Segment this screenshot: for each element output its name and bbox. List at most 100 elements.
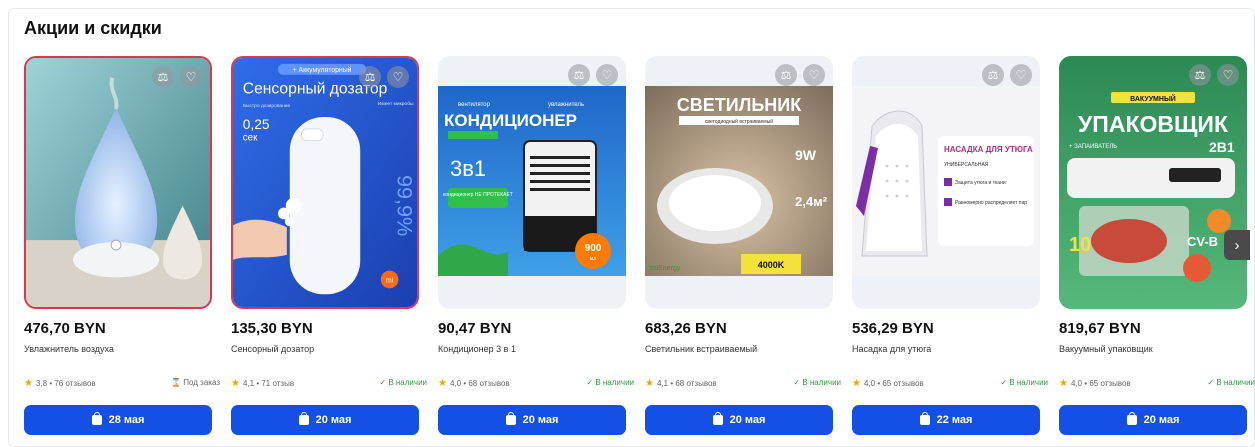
- star-icon: ★: [438, 378, 447, 389]
- product-price: 135,30 BYN: [231, 320, 313, 337]
- svg-text:светодиодный встраиваемый: светодиодный встраиваемый: [705, 118, 773, 125]
- hourglass-icon: ⌛: [171, 378, 182, 387]
- product-name[interactable]: Увлажнитель воздуха: [24, 344, 114, 354]
- svg-text:сек: сек: [243, 133, 258, 144]
- availability-status: ✓ В наличии: [793, 378, 841, 387]
- delivery-button[interactable]: 20 мая: [438, 405, 626, 435]
- svg-text:0,25: 0,25: [243, 117, 270, 132]
- product-card[interactable]: вентилятор увлажнитель КОНДИЦИОНЕР 3в1 к…: [438, 56, 634, 440]
- product-rating: 4,0 • 65 отзывов: [1070, 379, 1131, 388]
- product-price: 819,67 BYN: [1059, 320, 1141, 337]
- svg-text:4000K: 4000K: [758, 260, 785, 270]
- product-meta: ★ 4,1 • 68 отзывов ✓ В наличии: [645, 378, 841, 390]
- heart-icon[interactable]: ♡: [596, 64, 618, 86]
- delivery-button[interactable]: 20 мая: [231, 405, 419, 435]
- svg-text:вентилятор: вентилятор: [458, 102, 491, 108]
- star-icon: ★: [231, 378, 240, 389]
- product-card[interactable]: + Аккумуляторный Сенсорный дозатор Быстр…: [231, 56, 427, 440]
- scales-icon[interactable]: ⚖: [982, 64, 1004, 86]
- svg-text:3в1: 3в1: [450, 156, 486, 181]
- product-image[interactable]: СВЕТИЛЬНИК светодиодный встраиваемый 9W …: [645, 56, 833, 309]
- svg-text:НАСАДКА ДЛЯ УТЮГА: НАСАДКА ДЛЯ УТЮГА: [944, 145, 1033, 154]
- product-rating: 3,8 • 76 отзывов: [35, 379, 96, 388]
- product-card[interactable]: ⚖ ♡ 476,70 BYN Увлажнитель воздуха ★ 3,8 …: [24, 56, 220, 440]
- bag-icon: [919, 412, 930, 425]
- svg-text:Равномерно распределяет пар: Равномерно распределяет пар: [955, 200, 1027, 206]
- svg-text:ВАКУУМНЫЙ: ВАКУУМНЫЙ: [1130, 94, 1176, 103]
- heart-icon[interactable]: ♡: [1010, 64, 1032, 86]
- product-price: 683,26 BYN: [645, 320, 727, 337]
- product-meta: ★ 4,0 • 65 отзывов ✓ В наличии: [852, 378, 1048, 390]
- product-rating: 4,1 • 68 отзывов: [656, 379, 717, 388]
- chevron-right-icon: ›: [1234, 236, 1240, 254]
- bag-icon: [505, 412, 516, 425]
- svg-text:2В1: 2В1: [1209, 139, 1235, 155]
- star-icon: ★: [24, 378, 33, 389]
- svg-text:10: 10: [1069, 234, 1091, 256]
- scales-icon[interactable]: ⚖: [1189, 64, 1211, 86]
- delivery-button[interactable]: 20 мая: [645, 405, 833, 435]
- heart-icon[interactable]: ♡: [803, 64, 825, 86]
- heart-icon[interactable]: ♡: [180, 66, 202, 88]
- scales-icon[interactable]: ⚖: [359, 66, 381, 88]
- svg-text:CV-B: CV-B: [1187, 234, 1218, 249]
- product-meta: ★ 4,0 • 65 отзывов ✓ В наличии: [1059, 378, 1255, 390]
- svg-text:2,4м²: 2,4м²: [795, 194, 828, 209]
- product-image[interactable]: + Аккумуляторный Сенсорный дозатор Быстр…: [231, 56, 419, 309]
- product-name[interactable]: Сенсорный дозатор: [231, 344, 314, 354]
- svg-text:+ Аккумуляторный: + Аккумуляторный: [293, 66, 352, 74]
- product-rating: 4,0 • 68 отзывов: [449, 379, 510, 388]
- availability-status: ⌛ Под заказ: [171, 378, 220, 387]
- product-price: 90,47 BYN: [438, 320, 512, 337]
- svg-text:900: 900: [585, 243, 602, 254]
- product-price: 536,29 BYN: [852, 320, 934, 337]
- product-meta: ★ 3,8 • 76 отзывов ⌛ Под заказ: [24, 378, 220, 390]
- svg-text:+ ЗАПАИВАТЕЛЬ: + ЗАПАИВАТЕЛЬ: [1069, 144, 1117, 150]
- scales-icon[interactable]: ⚖: [775, 64, 797, 86]
- svg-text:мл: мл: [590, 256, 596, 262]
- section-title: Акции и скидки: [24, 18, 162, 38]
- product-card[interactable]: НАСАДКА ДЛЯ УТЮГА УНИВЕРСАЛЬНАЯ Защита у…: [852, 56, 1048, 440]
- star-icon: ★: [1059, 378, 1068, 389]
- heart-icon[interactable]: ♡: [1217, 64, 1239, 86]
- star-icon: ★: [852, 378, 861, 389]
- product-name[interactable]: Насадка для утюга: [852, 344, 931, 354]
- delivery-button[interactable]: 28 мая: [24, 405, 212, 435]
- svg-text:Защита утюга и ткани: Защита утюга и ткани: [955, 180, 1006, 186]
- product-name[interactable]: Кондиционер 3 в 1: [438, 344, 516, 354]
- bag-icon: [1126, 412, 1137, 425]
- availability-status: ✓ В наличии: [379, 378, 427, 387]
- scales-icon[interactable]: ⚖: [568, 64, 590, 86]
- carousel-next-button[interactable]: ›: [1224, 230, 1250, 260]
- svg-text:Быстро дозирование: Быстро дозирование: [243, 103, 291, 109]
- product-image[interactable]: ⚖ ♡: [24, 56, 212, 309]
- product-image[interactable]: вентилятор увлажнитель КОНДИЦИОНЕР 3в1 к…: [438, 56, 626, 309]
- product-image[interactable]: НАСАДКА ДЛЯ УТЮГА УНИВЕРСАЛЬНАЯ Защита у…: [852, 56, 1040, 309]
- svg-text:кондиционер НЕ ПРОТЕКАЕТ: кондиционер НЕ ПРОТЕКАЕТ: [443, 192, 513, 198]
- product-name[interactable]: Светильник встраиваемый: [645, 344, 757, 354]
- bag-icon: [712, 412, 723, 425]
- product-name[interactable]: Вакуумный упаковщик: [1059, 344, 1153, 354]
- svg-text:99,9%: 99,9%: [392, 175, 417, 236]
- availability-status: ✓ В наличии: [1207, 378, 1255, 387]
- bag-icon: [298, 412, 309, 425]
- delivery-button[interactable]: 20 мая: [1059, 405, 1247, 435]
- svg-text:УПАКОВЩИК: УПАКОВЩИК: [1078, 111, 1229, 137]
- product-card[interactable]: СВЕТИЛЬНИК светодиодный встраиваемый 9W …: [645, 56, 841, 440]
- heart-icon[interactable]: ♡: [387, 66, 409, 88]
- product-carousel: ⚖ ♡ 476,70 BYN Увлажнитель воздуха ★ 3,8 …: [24, 56, 1255, 440]
- delivery-button[interactable]: 22 мая: [852, 405, 1040, 435]
- star-icon: ★: [645, 378, 654, 389]
- product-card[interactable]: ВАКУУМНЫЙ УПАКОВЩИК + ЗАПАИВАТЕЛЬ 2В1 10…: [1059, 56, 1255, 440]
- scales-icon[interactable]: ⚖: [152, 66, 174, 88]
- availability-status: ✓ В наличии: [1000, 378, 1048, 387]
- product-price: 476,70 BYN: [24, 320, 106, 337]
- svg-text:УНИВЕРСАЛЬНАЯ: УНИВЕРСАЛЬНАЯ: [944, 162, 989, 168]
- svg-text:mi: mi: [386, 277, 394, 284]
- availability-status: ✓ В наличии: [586, 378, 634, 387]
- svg-text:9W: 9W: [795, 147, 817, 163]
- svg-text:СВЕТИЛЬНИК: СВЕТИЛЬНИК: [677, 95, 802, 115]
- product-meta: ★ 4,0 • 68 отзывов ✓ В наличии: [438, 378, 634, 390]
- product-rating: 4,1 • 71 отзыв: [242, 379, 295, 388]
- product-image[interactable]: ВАКУУМНЫЙ УПАКОВЩИК + ЗАПАИВАТЕЛЬ 2В1 10…: [1059, 56, 1247, 309]
